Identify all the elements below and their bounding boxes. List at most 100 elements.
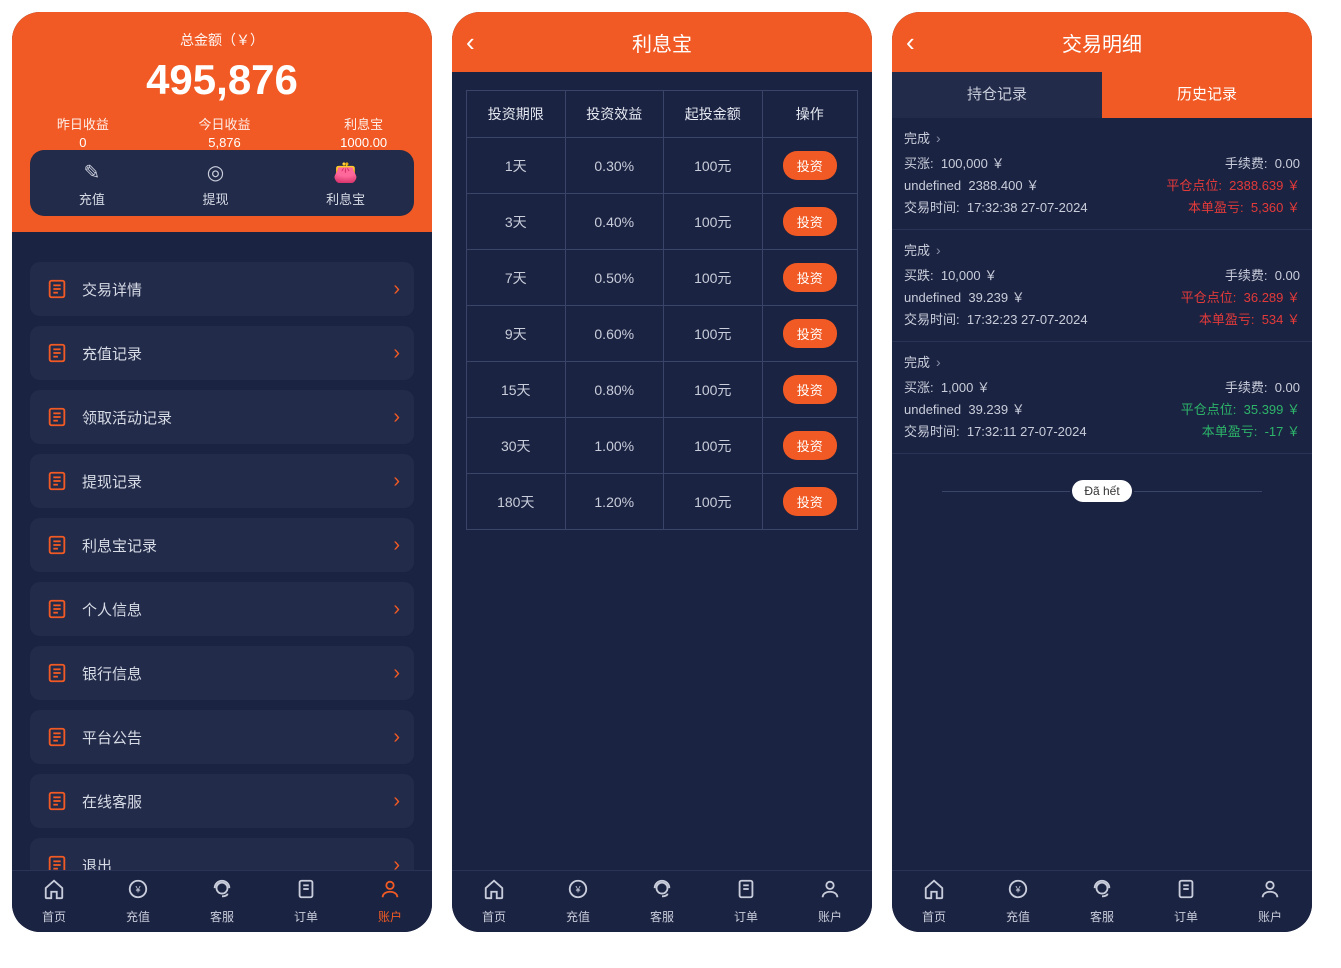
total-value: 495,876 <box>12 56 432 104</box>
menu-label: 充值记录 <box>82 343 393 364</box>
nav-home[interactable]: 首页 <box>482 878 506 925</box>
chevron-right-icon: › <box>393 534 400 557</box>
nav-icon <box>210 878 234 906</box>
action-lixibao[interactable]: 👛 利息宝 <box>326 160 365 208</box>
page-title: 交易明细 <box>1062 28 1142 57</box>
menu-icon <box>44 340 70 366</box>
nav-home[interactable]: 首页 <box>42 878 66 925</box>
transaction-record[interactable]: 完成 › 买涨: 100,000 ￥ 手续费: 0.00 undefined 2… <box>892 118 1312 230</box>
status-label: 完成 <box>904 352 930 371</box>
tab-positions[interactable]: 持仓记录 <box>892 72 1102 118</box>
nav-recharge[interactable]: ¥充值 <box>566 878 590 925</box>
menu-item[interactable]: 个人信息 › <box>30 582 414 636</box>
back-icon[interactable]: ‹ <box>466 27 475 58</box>
stats-row: 昨日收益0 今日收益5,876 利息宝1000.00 <box>12 114 432 150</box>
nav-icon <box>1090 878 1114 906</box>
menu-icon <box>44 852 70 870</box>
nav-recharge[interactable]: ¥充值 <box>1006 878 1030 925</box>
table-row: 7天 0.50% 100元 投资 <box>467 250 858 306</box>
menu-label: 个人信息 <box>82 599 393 620</box>
menu-item[interactable]: 在线客服 › <box>30 774 414 828</box>
menu-item[interactable]: 银行信息 › <box>30 646 414 700</box>
svg-text:¥: ¥ <box>134 885 141 895</box>
nav-icon <box>294 878 318 906</box>
coin-icon: ◎ <box>202 160 228 185</box>
status-row: 完成 › <box>904 240 1300 259</box>
invest-button[interactable]: 投资 <box>783 319 837 348</box>
action-recharge[interactable]: ✎ 充值 <box>79 160 105 208</box>
table-row: 180天 1.20% 100元 投资 <box>467 474 858 530</box>
transaction-record[interactable]: 完成 › 买跌: 10,000 ￥ 手续费: 0.00 undefined 39… <box>892 230 1312 342</box>
menu-item[interactable]: 充值记录 › <box>30 326 414 380</box>
nav-icon: ¥ <box>566 878 590 906</box>
menu-list[interactable]: 交易详情 › 充值记录 › 领取活动记录 › 提现记录 › 利息宝记录 › 个人… <box>12 232 432 870</box>
svg-text:¥: ¥ <box>1014 885 1021 895</box>
nav-support[interactable]: 客服 <box>210 878 234 925</box>
chevron-right-icon: › <box>393 854 400 871</box>
menu-label: 退出 <box>82 855 393 871</box>
chevron-right-icon: › <box>936 242 941 258</box>
nav-icon <box>818 878 842 906</box>
menu-label: 领取活动记录 <box>82 407 393 428</box>
menu-item[interactable]: 退出 › <box>30 838 414 870</box>
menu-item[interactable]: 交易详情 › <box>30 262 414 316</box>
menu-icon <box>44 468 70 494</box>
nav-icon <box>482 878 506 906</box>
invest-button[interactable]: 投资 <box>783 151 837 180</box>
menu-item[interactable]: 平台公告 › <box>30 710 414 764</box>
chevron-right-icon: › <box>393 278 400 301</box>
menu-icon <box>44 724 70 750</box>
menu-item[interactable]: 利息宝记录 › <box>30 518 414 572</box>
chevron-right-icon: › <box>393 662 400 685</box>
nav-icon <box>1258 878 1282 906</box>
menu-icon <box>44 532 70 558</box>
menu-item[interactable]: 领取活动记录 › <box>30 390 414 444</box>
menu-icon <box>44 660 70 686</box>
tab-history[interactable]: 历史记录 <box>1102 72 1312 118</box>
table-row: 15天 0.80% 100元 投资 <box>467 362 858 418</box>
menu-label: 提现记录 <box>82 471 393 492</box>
invest-button[interactable]: 投资 <box>783 431 837 460</box>
invest-button[interactable]: 投资 <box>783 207 837 236</box>
table-row: 3天 0.40% 100元 投资 <box>467 194 858 250</box>
invest-button[interactable]: 投资 <box>783 487 837 516</box>
nav-icon: ¥ <box>1006 878 1030 906</box>
menu-label: 银行信息 <box>82 663 393 684</box>
menu-item[interactable]: 提现记录 › <box>30 454 414 508</box>
chevron-right-icon: › <box>393 726 400 749</box>
status-label: 完成 <box>904 128 930 147</box>
quick-actions: ✎ 充值 ◎ 提现 👛 利息宝 <box>30 150 414 216</box>
nav-account[interactable]: 账户 <box>818 878 842 925</box>
table-row: 1天 0.30% 100元 投资 <box>467 138 858 194</box>
menu-icon <box>44 788 70 814</box>
menu-label: 利息宝记录 <box>82 535 393 556</box>
action-withdraw[interactable]: ◎ 提现 <box>202 160 228 208</box>
table-row: 30天 1.00% 100元 投资 <box>467 418 858 474</box>
status-label: 完成 <box>904 240 930 259</box>
invest-button[interactable]: 投资 <box>783 375 837 404</box>
nav-account[interactable]: 账户 <box>378 878 402 925</box>
total-label: 总金额（￥） <box>12 30 432 50</box>
nav-account[interactable]: 账户 <box>1258 878 1282 925</box>
screen-transactions: ‹ 交易明细 持仓记录 历史记录 完成 › 买涨: 100,000 ￥ 手续费:… <box>892 12 1312 932</box>
screen-lixibao: ‹ 利息宝 投资期限 投资效益 起投金额 操作 1天 0.30% 100元 投资… <box>452 12 872 932</box>
page-header: ‹ 利息宝 <box>452 12 872 72</box>
menu-icon <box>44 404 70 430</box>
back-icon[interactable]: ‹ <box>906 27 915 58</box>
nav-recharge[interactable]: ¥充值 <box>126 878 150 925</box>
nav-orders[interactable]: 订单 <box>294 878 318 925</box>
nav-orders[interactable]: 订单 <box>1174 878 1198 925</box>
nav-support[interactable]: 客服 <box>650 878 674 925</box>
tab-bar: 持仓记录 历史记录 <box>892 72 1312 118</box>
records-list[interactable]: 完成 › 买涨: 100,000 ￥ 手续费: 0.00 undefined 2… <box>892 118 1312 870</box>
transaction-record[interactable]: 完成 › 买涨: 1,000 ￥ 手续费: 0.00 undefined 39.… <box>892 342 1312 454</box>
nav-home[interactable]: 首页 <box>922 878 946 925</box>
chevron-right-icon: › <box>936 354 941 370</box>
nav-orders[interactable]: 订单 <box>734 878 758 925</box>
menu-icon <box>44 276 70 302</box>
invest-button[interactable]: 投资 <box>783 263 837 292</box>
invest-table-wrap: 投资期限 投资效益 起投金额 操作 1天 0.30% 100元 投资3天 0.4… <box>452 72 872 870</box>
svg-text:¥: ¥ <box>574 885 581 895</box>
nav-support[interactable]: 客服 <box>1090 878 1114 925</box>
menu-label: 交易详情 <box>82 279 393 300</box>
